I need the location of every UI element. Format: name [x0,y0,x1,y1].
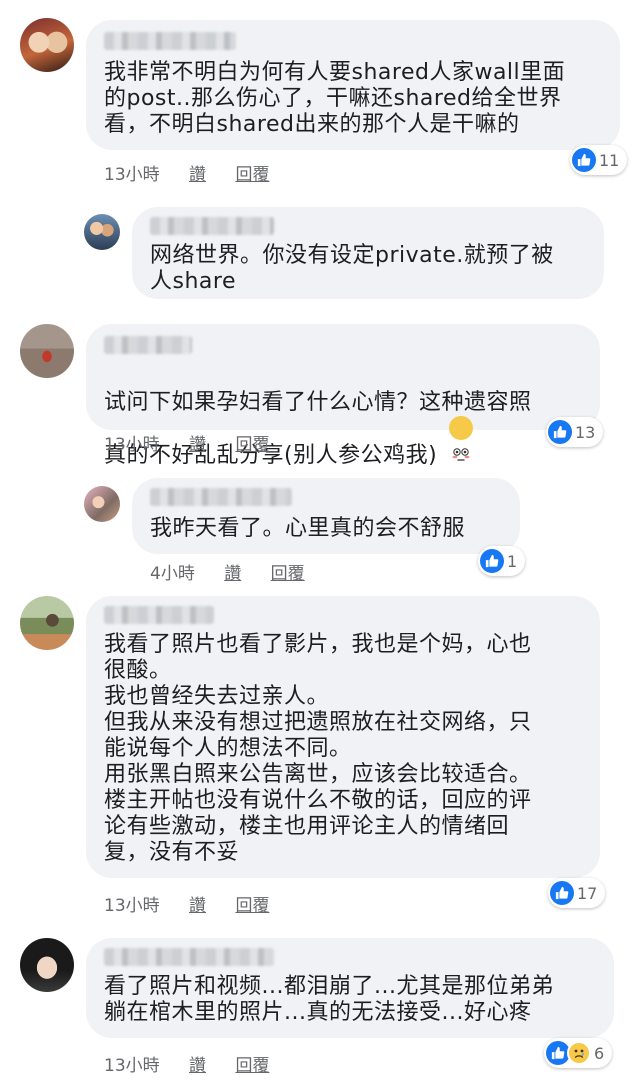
comment-3: 我看了照片也看了影片，我也是个妈，心也 很酸。 我也曾经失去过亲人。 但我从来没… [0,590,640,930]
thumbs-up-icon [572,148,596,172]
author-name-redacted[interactable] [150,217,274,235]
reply-button[interactable]: 回覆 [235,896,269,916]
like-button[interactable]: 讚 [189,1056,206,1076]
comment-text: 我昨天看了。心里真的会不舒服 [150,516,466,541]
comment-meta: 13小時 讚 回覆 [104,891,293,916]
comment-4: 看了照片和视频...都泪崩了...尤其是那位弟弟 躺在棺木里的照片...真的无法… [0,930,640,1086]
avatar[interactable] [20,596,74,650]
comment-meta: 13小時 讚 回覆 [104,160,293,185]
author-name-redacted[interactable] [104,336,192,354]
timestamp: 13小時 [104,165,160,185]
comment-text: 网络世界。你没有设定private.就预了被 人share [150,243,554,294]
like-button[interactable]: 讚 [189,896,206,916]
timestamp: 4小時 [150,564,195,584]
flushed-face-emoji [449,416,474,461]
reply-button[interactable]: 回覆 [235,1056,269,1076]
thumbs-up-icon [548,420,572,444]
reaction-number: 11 [599,150,620,170]
timestamp: 13小時 [104,1056,160,1076]
reaction-count[interactable]: 11 [570,145,628,175]
avatar[interactable] [20,324,74,378]
reaction-number: 17 [577,883,598,903]
comment-2: 试问下如果孕妇看了什么心情？这种遗容照 真的不好乱乱分享(别人参公鸡我) 13小… [0,310,640,470]
comment-text: 我非常不明白为何有人要shared人家wall里面 的post..那么伤心了，干… [104,60,566,137]
reply-button[interactable]: 回覆 [235,435,269,455]
reaction-number: 1 [507,551,518,571]
author-name-redacted[interactable] [104,948,274,966]
comment-meta: 13小時 讚 回覆 [104,430,293,455]
comment-bubble: 我非常不明白为何有人要shared人家wall里面 的post..那么伤心了，干… [86,20,620,150]
reply-2: 我昨天看了。心里真的会不舒服 4小時 讚 回覆 1 [0,470,640,590]
avatar[interactable] [20,938,74,992]
author-name-redacted[interactable] [104,32,236,50]
comment-bubble: 我昨天看了。心里真的会不舒服 [132,478,520,554]
avatar[interactable] [20,18,74,72]
comment-text: 看了照片和视频...都泪崩了...尤其是那位弟弟 躺在棺木里的照片...真的无法… [104,974,554,1025]
comment-text: 我看了照片也看了影片，我也是个妈，心也 很酸。 我也曾经失去过亲人。 但我从来没… [104,632,532,865]
reaction-number: 13 [575,422,596,442]
reaction-count[interactable]: 1 [478,546,526,576]
reply-button[interactable]: 回覆 [235,165,269,185]
like-button[interactable]: 讚 [224,564,241,584]
reply-button[interactable]: 回覆 [271,564,305,584]
thumbs-up-icon [550,881,574,905]
comment-meta: 13小時 讚 回覆 [104,1051,293,1076]
timestamp: 13小時 [104,896,160,916]
timestamp: 13小時 [104,435,160,455]
like-button[interactable]: 讚 [189,435,206,455]
reaction-number: 6 [594,1043,605,1063]
like-button[interactable]: 讚 [189,165,206,185]
comment-1: 我非常不明白为何有人要shared人家wall里面 的post..那么伤心了，干… [0,0,640,190]
reaction-count[interactable]: 13 [546,417,604,447]
comment-bubble: 看了照片和视频...都泪崩了...尤其是那位弟弟 躺在棺木里的照片...真的无法… [86,938,614,1038]
author-name-redacted[interactable] [150,488,292,506]
thumbs-up-icon [480,549,504,573]
comment-bubble: 网络世界。你没有设定private.就预了被 人share [132,207,604,299]
comment-bubble: 我看了照片也看了影片，我也是个妈，心也 很酸。 我也曾经失去过亲人。 但我从来没… [86,596,600,878]
comment-bubble: 试问下如果孕妇看了什么心情？这种遗容照 真的不好乱乱分享(别人参公鸡我) [86,324,600,468]
reaction-count[interactable]: 17 [548,878,606,908]
author-name-redacted[interactable] [104,606,214,624]
comment-meta: 4小時 讚 回覆 [150,559,329,584]
sad-face-icon [567,1041,591,1065]
reaction-count[interactable]: 6 [544,1038,613,1068]
avatar[interactable] [84,486,120,522]
reply-1: 网络世界。你没有设定private.就预了被 人share [0,190,640,310]
avatar[interactable] [84,214,120,250]
